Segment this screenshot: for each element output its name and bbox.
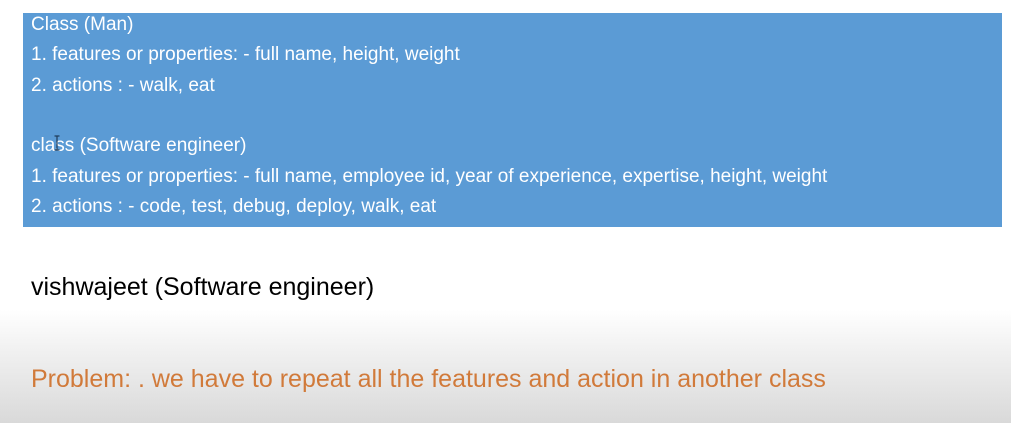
example-object-text: vishwajeet (Software engineer)	[31, 273, 375, 301]
class-man-actions: 2. actions : - walk, eat	[31, 75, 215, 96]
class-definitions-box: Class (Man) 1. features or properties: -…	[23, 13, 1002, 227]
problem-statement: Problem: . we have to repeat all the fea…	[31, 365, 826, 393]
class-software-engineer-heading: class (Software engineer)	[31, 135, 247, 156]
class-software-engineer-actions: 2. actions : - code, test, debug, deploy…	[31, 196, 437, 217]
text-cursor-icon	[54, 135, 60, 151]
class-man-heading: Class (Man)	[31, 14, 134, 35]
class-man-features: 1. features or properties: - full name, …	[31, 44, 460, 65]
class-software-engineer-features: 1. features or properties: - full name, …	[31, 166, 828, 187]
